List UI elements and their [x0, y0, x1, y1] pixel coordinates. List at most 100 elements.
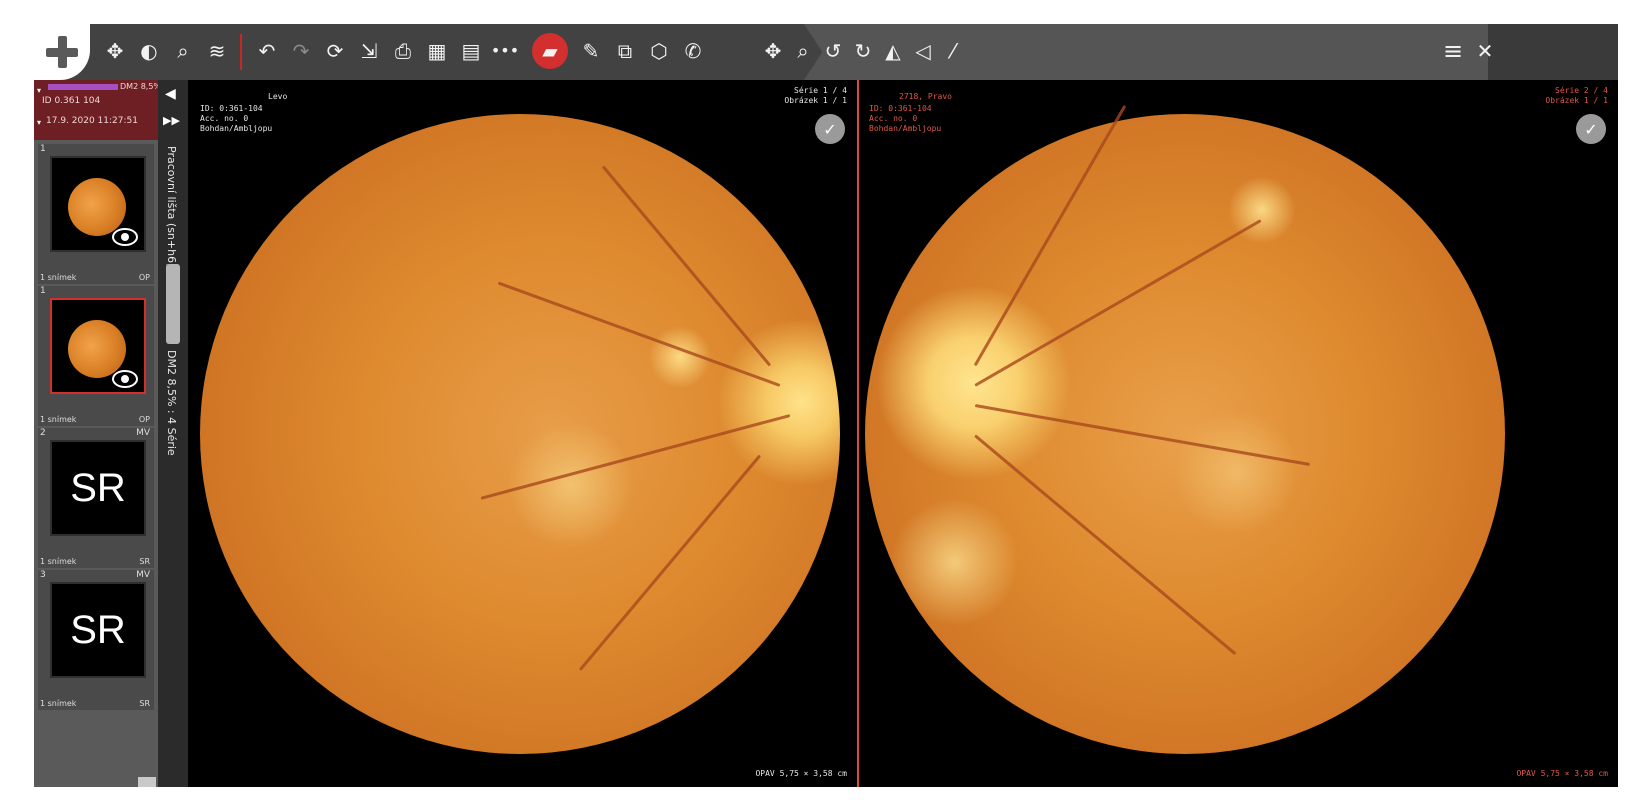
- series-thumbnail-selected[interactable]: 1 1 snímek OP: [38, 286, 154, 426]
- series-type: OP: [138, 273, 150, 282]
- toolbar-separator: [240, 34, 242, 70]
- fundus-thumbnail-image: [68, 178, 126, 236]
- dimension-overlay: OPAV 5,75 × 3,58 cm: [1516, 769, 1608, 778]
- vessel: [974, 219, 1262, 387]
- wand-icon[interactable]: ⁄: [938, 36, 968, 66]
- eye-icon[interactable]: [112, 228, 138, 246]
- accession-overlay: Acc. no. 0: [200, 114, 249, 123]
- sr-label: SR: [70, 465, 126, 510]
- dimension-overlay: OPAV 5,75 × 3,58 cm: [755, 769, 847, 778]
- study-caret-icon[interactable]: ▾: [37, 118, 41, 127]
- study-date: 17.9. 2020 11:27:51: [46, 116, 138, 126]
- series-image-count: 1 snímek: [40, 415, 77, 424]
- patient-header[interactable]: ▾ DM2 8,5% ID 0.361 104 ▾ 17.9. 2020 11:…: [34, 80, 162, 140]
- image-icon[interactable]: ▰: [532, 33, 568, 69]
- series-modality: MV: [136, 428, 150, 438]
- zoom-icon-secondary[interactable]: ⌕: [788, 36, 818, 66]
- vessel: [601, 165, 772, 367]
- draw-icon[interactable]: ✎: [576, 36, 606, 66]
- vessel: [974, 404, 1311, 467]
- fundus-thumbnail-image: [68, 320, 126, 378]
- series-type: SR: [139, 557, 150, 566]
- vessel: [973, 104, 1127, 367]
- layout-grid-icon[interactable]: ▦: [422, 36, 452, 66]
- series-overlay: Série 2 / 4: [1555, 86, 1608, 95]
- rotate-left-icon[interactable]: ↺: [818, 36, 848, 66]
- vessel: [480, 414, 791, 500]
- add-study-button[interactable]: [34, 24, 90, 80]
- study-series-label: DM2 8,5% : 4 Série: [165, 350, 178, 456]
- series-number: 2: [40, 428, 46, 438]
- patient-id-overlay: ID: 0:361-104: [200, 104, 263, 113]
- image-overlay: Obrázek 1 / 1: [1545, 96, 1608, 105]
- patient-name: DM2 8,5%: [120, 82, 162, 91]
- strip-scroll-handle[interactable]: [166, 264, 180, 344]
- cube-icon[interactable]: ⬡: [644, 36, 674, 66]
- vessel: [497, 281, 781, 387]
- patient-id: ID 0.361 104: [42, 96, 101, 106]
- copy-icon[interactable]: ⧉: [610, 36, 640, 66]
- more-icon[interactable]: •••: [490, 36, 520, 66]
- redo-icon[interactable]: ↷: [286, 36, 316, 66]
- check-icon[interactable]: ✓: [815, 114, 845, 144]
- toolbar-window-section: [1488, 24, 1618, 80]
- expand-icon[interactable]: ▶▶: [163, 114, 180, 127]
- toolbar: ✥ ◐ ⌕ ≋ ↶ ↷ ⟳ ⇲ ⎙ ▦ ▤ ••• ▰ ✎ ⧉ ⬡ ✆ ✥ ⌕ …: [34, 24, 1618, 80]
- thumbnail-frame: [50, 156, 146, 252]
- series-image-count: 1 snímek: [40, 699, 77, 708]
- eye-icon[interactable]: [112, 370, 138, 388]
- series-type: SR: [139, 699, 150, 708]
- plus-icon-vertical: [58, 36, 67, 68]
- phone-icon[interactable]: ✆: [678, 36, 708, 66]
- workspace-strip: ◀ ▶▶ Pracovní lišta (sn+h6) DM2 8,5% : 4…: [158, 80, 188, 787]
- sidebar-scrollbar[interactable]: [138, 777, 156, 787]
- menu-icon[interactable]: ≡: [1438, 36, 1468, 66]
- export-icon[interactable]: ⇲: [354, 36, 384, 66]
- patient-name-overlay: 2718, Pravo: [899, 92, 952, 101]
- vessel: [578, 454, 762, 671]
- patient-id-overlay: ID: 0:361-104: [869, 104, 932, 113]
- print-icon[interactable]: ⎙: [388, 36, 418, 66]
- series-thumbnail[interactable]: 3 MV SR 1 snímek SR: [38, 570, 154, 710]
- thumbnail-frame: SR: [50, 582, 146, 678]
- series-thumbnail[interactable]: 1 1 snímek OP: [38, 144, 154, 284]
- collapse-sidebar-icon[interactable]: ◀: [165, 86, 176, 102]
- series-modality: MV: [136, 570, 150, 580]
- series-overlay: Série 1 / 4: [794, 86, 847, 95]
- patient-color-bar: [48, 84, 118, 90]
- close-icon[interactable]: ✕: [1470, 36, 1500, 66]
- check-icon[interactable]: ✓: [1576, 114, 1606, 144]
- description-overlay: Bohdan/Ambljopu: [869, 124, 942, 133]
- fundus-image-right: [865, 104, 1505, 754]
- series-number: 3: [40, 570, 46, 580]
- study-sidebar: ▾ DM2 8,5% ID 0.361 104 ▾ 17.9. 2020 11:…: [34, 80, 162, 787]
- rotate-right-icon[interactable]: ↻: [848, 36, 878, 66]
- series-number: 1: [40, 144, 46, 154]
- contrast-icon[interactable]: ◐: [134, 36, 164, 66]
- series-thumbnail[interactable]: 2 MV SR 1 snímek SR: [38, 428, 154, 568]
- vessel: [974, 434, 1237, 656]
- flip-icon[interactable]: ◭: [878, 36, 908, 66]
- series-image-count: 1 snímek: [40, 557, 77, 566]
- move-icon-secondary[interactable]: ✥: [758, 36, 788, 66]
- fundus-image-left: [200, 114, 840, 754]
- description-overlay: Bohdan/Ambljopu: [200, 124, 273, 133]
- mirror-icon[interactable]: ◁: [908, 36, 938, 66]
- collapse-caret-icon[interactable]: ▾: [37, 86, 41, 95]
- undo-icon[interactable]: ↶: [252, 36, 282, 66]
- move-icon[interactable]: ✥: [100, 36, 130, 66]
- thumbnail-frame: SR: [50, 440, 146, 536]
- viewport-left[interactable]: Levo ID: 0:361-104 Acc. no. 0 Bohdan/Amb…: [190, 80, 857, 787]
- refresh-icon[interactable]: ⟳: [320, 36, 350, 66]
- zoom-icon[interactable]: ⌕: [168, 36, 198, 66]
- layout-list-icon[interactable]: ▤: [456, 36, 486, 66]
- patient-name-overlay: Levo: [268, 92, 288, 101]
- viewport-right[interactable]: 2718, Pravo ID: 0:361-104 Acc. no. 0 Boh…: [859, 80, 1618, 787]
- sr-label: SR: [70, 607, 126, 652]
- series-image-count: 1 snímek: [40, 273, 77, 282]
- image-overlay: Obrázek 1 / 1: [784, 96, 847, 105]
- stack-icon[interactable]: ≋: [202, 36, 232, 66]
- thumbnail-frame: [50, 298, 146, 394]
- series-type: OP: [138, 415, 150, 424]
- viewer-app: ✥ ◐ ⌕ ≋ ↶ ↷ ⟳ ⇲ ⎙ ▦ ▤ ••• ▰ ✎ ⧉ ⬡ ✆ ✥ ⌕ …: [34, 24, 1618, 787]
